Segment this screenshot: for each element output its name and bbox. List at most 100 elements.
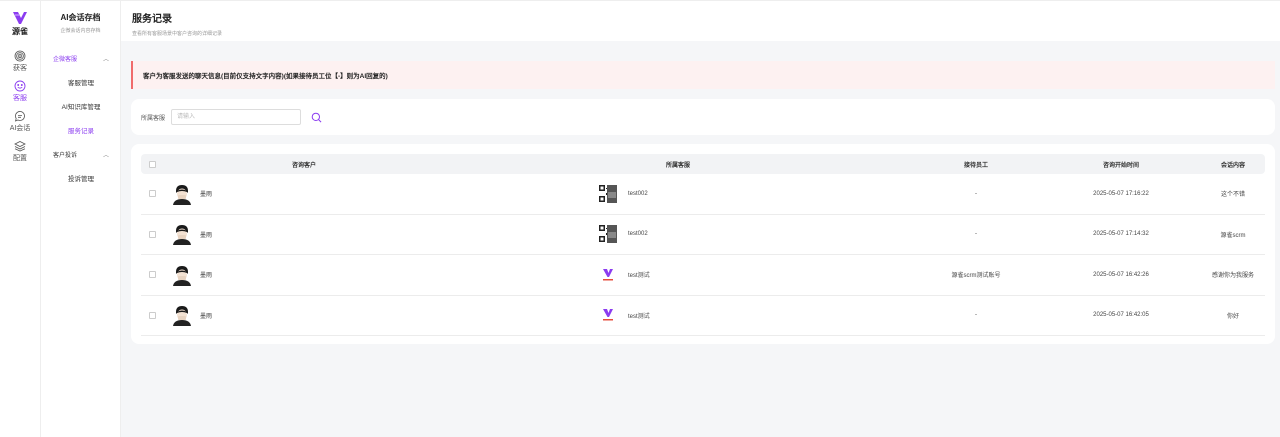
menu-item-complaint-management[interactable]: 投诉管理	[41, 173, 121, 183]
agent-qr-avatar	[598, 183, 618, 204]
rail-item-ai-chat[interactable]: AI会话	[9, 110, 31, 133]
fingerprint-icon	[14, 50, 26, 62]
menu-item-ai-knowledge[interactable]: AI知识库管理	[41, 101, 121, 111]
customer-cell: 墨雨	[163, 182, 445, 205]
chat-icon	[14, 111, 25, 122]
agent-search-input[interactable]	[171, 109, 302, 125]
content-cell: 源雀scrm	[1220, 232, 1246, 239]
staff-cell: -	[975, 231, 977, 238]
table-row[interactable]: 墨雨 test002 - 2025-05-07 17:14:32 源雀scrm	[141, 215, 1265, 255]
agent-brand-avatar	[598, 264, 618, 285]
select-all-checkbox[interactable]	[148, 160, 156, 168]
row-checkbox[interactable]	[148, 190, 156, 198]
customer-avatar	[171, 182, 193, 205]
customer-avatar	[171, 263, 193, 286]
header-start-time: 咨询开始时间	[1102, 162, 1139, 169]
brand-logo[interactable]: 源雀	[12, 11, 28, 37]
staff-cell: -	[975, 312, 977, 319]
table-header: 咨询客户 所属客服 接待员工 咨询开始时间 会话内容	[141, 154, 1265, 174]
customer-name: 墨雨	[200, 192, 213, 199]
agent-name: test测试	[628, 313, 650, 320]
customer-name: 墨雨	[200, 313, 213, 320]
rail-item-label: 获客	[13, 65, 27, 72]
customer-avatar	[171, 223, 193, 246]
row-checkbox[interactable]	[148, 230, 156, 238]
table-body: 墨雨 test002 - 2025-05-07 17:16:22 这个不错 墨雨…	[141, 174, 1265, 336]
agent-qr-avatar	[598, 224, 618, 245]
row-checkbox[interactable]	[148, 311, 156, 319]
row-select-cell	[141, 230, 163, 238]
menu-header: AI会话存档 企微会话内容存档	[41, 1, 120, 34]
customer-cell: 墨雨	[163, 223, 445, 246]
menu-group-complaints[interactable]: 客户投诉 ︿	[41, 147, 121, 161]
rail-item-label: 客服	[13, 95, 27, 102]
smile-icon	[14, 80, 26, 92]
staff-cell: -	[975, 190, 977, 197]
page-header: 服务记录 查看所有客服场景中客户咨询的详细记录	[121, 1, 1280, 41]
agent-name: test测试	[628, 273, 650, 280]
customer-cell: 墨雨	[163, 263, 445, 286]
header-agent: 所属客服	[665, 162, 690, 169]
chevron-up-icon: ︿	[102, 56, 109, 63]
staff-cell: 源雀scrm测试账号	[951, 273, 1001, 280]
row-select-cell	[141, 311, 163, 319]
agent-name: test002	[628, 190, 648, 197]
customer-cell: 墨雨	[163, 304, 445, 327]
start-time-cell: 2025-05-07 16:42:26	[1093, 271, 1149, 278]
menu-title: AI会话存档	[60, 13, 101, 22]
filter-label: 所属客服	[141, 115, 166, 122]
icon-rail: 源雀 获客 客服 AI会话 配置	[0, 1, 41, 437]
start-time-cell: 2025-05-07 17:16:22	[1093, 190, 1149, 197]
records-table: 咨询客户 所属客服 接待员工 咨询开始时间 会话内容 墨雨 test002 - …	[131, 144, 1275, 344]
page-title: 服务记录	[132, 14, 172, 25]
content-cell: 这个不错	[1220, 192, 1245, 199]
start-time-cell: 2025-05-07 16:42:05	[1093, 312, 1149, 319]
search-button[interactable]	[310, 111, 322, 123]
brand-logo-icon	[13, 12, 27, 24]
layers-icon	[14, 141, 26, 152]
table-row[interactable]: 墨雨 test测试 源雀scrm测试账号 2025-05-07 16:42:26…	[141, 255, 1265, 296]
select-all-cell	[141, 160, 163, 168]
filter-bar: 所属客服	[131, 99, 1275, 135]
notice-text: 客户为客服发送的聊天信息(目前仅支持文字内容)(如果接待员工位【-】则为AI回复…	[143, 73, 388, 80]
notice-alert: 客户为客服发送的聊天信息(目前仅支持文字内容)(如果接待员工位【-】则为AI回复…	[131, 61, 1275, 89]
rail-item-acquire[interactable]: 获客	[13, 50, 27, 73]
agent-cell: test测试	[445, 264, 911, 285]
agent-cell: test002	[445, 183, 911, 204]
agent-brand-avatar	[598, 305, 618, 326]
brand-name: 源雀	[12, 27, 28, 36]
table-row[interactable]: 墨雨 test测试 - 2025-05-07 16:42:05 你好	[141, 296, 1265, 336]
table-row[interactable]: 墨雨 test002 - 2025-05-07 17:16:22 这个不错	[141, 174, 1265, 215]
menu-group-label: 客户投诉	[53, 152, 78, 159]
app-root: 源雀 获客 客服 AI会话 配置 AI会话存档 企微会话内容存档 企微客服 ︿ …	[0, 0, 1280, 437]
menu-group-wecom-service[interactable]: 企微客服 ︿	[41, 51, 121, 65]
rail-item-config[interactable]: 配置	[13, 140, 27, 163]
rail-item-label: AI会话	[9, 125, 31, 132]
start-time-cell: 2025-05-07 17:14:32	[1093, 231, 1149, 238]
content-cell: 感谢你为我服务	[1211, 273, 1254, 280]
search-icon	[311, 112, 321, 122]
agent-name: test002	[628, 231, 648, 238]
menu-item-service-management[interactable]: 客服管理	[41, 77, 121, 87]
agent-cell: test002	[445, 224, 911, 245]
content-cell: 你好	[1226, 313, 1239, 320]
page-description: 查看所有客服场景中客户咨询的详细记录	[132, 31, 223, 37]
header-customer: 咨询客户	[291, 162, 316, 169]
header-content: 会话内容	[1220, 162, 1245, 169]
customer-avatar	[171, 304, 193, 327]
row-select-cell	[141, 190, 163, 198]
row-select-cell	[141, 271, 163, 279]
menu-group-label: 企微客服	[53, 56, 78, 63]
header-staff: 接待员工	[963, 162, 988, 169]
rail-item-label: 配置	[13, 155, 27, 162]
customer-name: 墨雨	[200, 232, 213, 239]
menu-subtitle: 企微会话内容存档	[60, 28, 101, 34]
rail-item-service[interactable]: 客服	[13, 80, 27, 103]
row-checkbox[interactable]	[148, 271, 156, 279]
menu-item-service-records[interactable]: 服务记录	[41, 125, 121, 135]
chevron-up-icon: ︿	[102, 152, 109, 159]
agent-cell: test测试	[445, 305, 911, 326]
customer-name: 墨雨	[200, 273, 213, 280]
secondary-menu: AI会话存档 企微会话内容存档 企微客服 ︿ 客服管理 AI知识库管理 服务记录…	[41, 1, 121, 437]
main-content: 服务记录 查看所有客服场景中客户咨询的详细记录 客户为客服发送的聊天信息(目前仅…	[121, 1, 1280, 437]
